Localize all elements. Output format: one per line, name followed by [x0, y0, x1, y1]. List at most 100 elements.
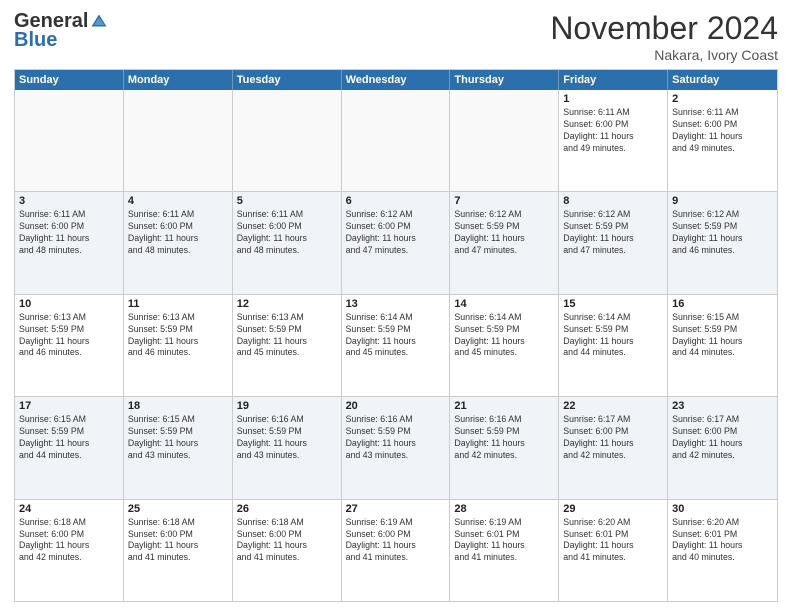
empty-cell [450, 90, 559, 191]
day-cell: 16 Sunrise: 6:15 AM Sunset: 5:59 PM Dayli… [668, 295, 777, 396]
month-title: November 2024 [550, 10, 778, 47]
location: Nakara, Ivory Coast [550, 47, 778, 63]
day-info: Sunrise: 6:18 AM Sunset: 6:00 PM Dayligh… [237, 517, 337, 565]
day-cell: 10 Sunrise: 6:13 AM Sunset: 5:59 PM Dayli… [15, 295, 124, 396]
day-number: 11 [128, 298, 228, 310]
logo-blue: Blue [14, 29, 57, 52]
day-info: Sunrise: 6:17 AM Sunset: 6:00 PM Dayligh… [672, 414, 773, 462]
day-cell: 17 Sunrise: 6:15 AM Sunset: 5:59 PM Dayli… [15, 397, 124, 498]
day-number: 26 [237, 503, 337, 515]
day-info: Sunrise: 6:11 AM Sunset: 6:00 PM Dayligh… [563, 107, 663, 155]
empty-cell [342, 90, 451, 191]
day-info: Sunrise: 6:11 AM Sunset: 6:00 PM Dayligh… [237, 209, 337, 257]
day-number: 5 [237, 195, 337, 207]
day-number: 15 [563, 298, 663, 310]
day-cell: 6 Sunrise: 6:12 AM Sunset: 6:00 PM Daylig… [342, 192, 451, 293]
day-cell: 4Sunrise: 6:11 AM Sunset: 6:00 PM Daylig… [124, 192, 233, 293]
day-cell: 28 Sunrise: 6:19 AM Sunset: 6:01 PM Dayli… [450, 500, 559, 601]
day-cell: 9 Sunrise: 6:12 AM Sunset: 5:59 PM Daylig… [668, 192, 777, 293]
day-cell: 30 Sunrise: 6:20 AM Sunset: 6:01 PM Dayli… [668, 500, 777, 601]
day-cell: 15 Sunrise: 6:14 AM Sunset: 5:59 PM Dayli… [559, 295, 668, 396]
day-number: 30 [672, 503, 773, 515]
day-number: 20 [346, 400, 446, 412]
day-number: 2 [672, 93, 773, 105]
logo: General Blue [14, 10, 108, 52]
day-info: Sunrise: 6:11 AM Sunset: 6:00 PM Dayligh… [19, 209, 119, 257]
day-cell: 23 Sunrise: 6:17 AM Sunset: 6:00 PM Dayli… [668, 397, 777, 498]
day-number: 13 [346, 298, 446, 310]
day-cell: 29 Sunrise: 6:20 AM Sunset: 6:01 PM Dayli… [559, 500, 668, 601]
weekday-header: Wednesday [342, 70, 451, 90]
day-number: 8 [563, 195, 663, 207]
day-info: Sunrise: 6:20 AM Sunset: 6:01 PM Dayligh… [563, 517, 663, 565]
day-info: Sunrise: 6:13 AM Sunset: 5:59 PM Dayligh… [128, 312, 228, 360]
page: General Blue November 2024 Nakara, Ivory… [0, 0, 792, 612]
day-cell: 8 Sunrise: 6:12 AM Sunset: 5:59 PM Daylig… [559, 192, 668, 293]
day-number: 29 [563, 503, 663, 515]
day-number: 23 [672, 400, 773, 412]
calendar-row: 1 Sunrise: 6:11 AM Sunset: 6:00 PM Daylig… [15, 90, 777, 192]
day-cell: 20Sunrise: 6:16 AM Sunset: 5:59 PM Dayli… [342, 397, 451, 498]
day-info: Sunrise: 6:11 AM Sunset: 6:00 PM Dayligh… [128, 209, 228, 257]
day-info: Sunrise: 6:14 AM Sunset: 5:59 PM Dayligh… [454, 312, 554, 360]
calendar-row: 3 Sunrise: 6:11 AM Sunset: 6:00 PM Daylig… [15, 192, 777, 294]
day-info: Sunrise: 6:13 AM Sunset: 5:59 PM Dayligh… [19, 312, 119, 360]
day-info: Sunrise: 6:15 AM Sunset: 5:59 PM Dayligh… [672, 312, 773, 360]
weekday-header: Sunday [15, 70, 124, 90]
day-info: Sunrise: 6:14 AM Sunset: 5:59 PM Dayligh… [346, 312, 446, 360]
day-number: 19 [237, 400, 337, 412]
day-number: 28 [454, 503, 554, 515]
day-cell: 26 Sunrise: 6:18 AM Sunset: 6:00 PM Dayli… [233, 500, 342, 601]
day-number: 27 [346, 503, 446, 515]
day-info: Sunrise: 6:19 AM Sunset: 6:00 PM Dayligh… [346, 517, 446, 565]
day-cell: 13 Sunrise: 6:14 AM Sunset: 5:59 PM Dayli… [342, 295, 451, 396]
day-info: Sunrise: 6:18 AM Sunset: 6:00 PM Dayligh… [19, 517, 119, 565]
day-cell: 19 Sunrise: 6:16 AM Sunset: 5:59 PM Dayli… [233, 397, 342, 498]
day-cell: 14Sunrise: 6:14 AM Sunset: 5:59 PM Dayli… [450, 295, 559, 396]
day-info: Sunrise: 6:16 AM Sunset: 5:59 PM Dayligh… [237, 414, 337, 462]
day-number: 16 [672, 298, 773, 310]
day-info: Sunrise: 6:19 AM Sunset: 6:01 PM Dayligh… [454, 517, 554, 565]
header: General Blue November 2024 Nakara, Ivory… [14, 10, 778, 63]
day-info: Sunrise: 6:17 AM Sunset: 6:00 PM Dayligh… [563, 414, 663, 462]
day-number: 1 [563, 93, 663, 105]
day-cell: 21Sunrise: 6:16 AM Sunset: 5:59 PM Dayli… [450, 397, 559, 498]
day-info: Sunrise: 6:16 AM Sunset: 5:59 PM Dayligh… [454, 414, 554, 462]
calendar-row: 17 Sunrise: 6:15 AM Sunset: 5:59 PM Dayli… [15, 397, 777, 499]
calendar-body: 1 Sunrise: 6:11 AM Sunset: 6:00 PM Daylig… [15, 90, 777, 601]
day-info: Sunrise: 6:12 AM Sunset: 5:59 PM Dayligh… [672, 209, 773, 257]
day-info: Sunrise: 6:12 AM Sunset: 5:59 PM Dayligh… [454, 209, 554, 257]
logo-icon [90, 13, 108, 31]
day-info: Sunrise: 6:12 AM Sunset: 6:00 PM Dayligh… [346, 209, 446, 257]
title-block: November 2024 Nakara, Ivory Coast [550, 10, 778, 63]
day-cell: 11 Sunrise: 6:13 AM Sunset: 5:59 PM Dayli… [124, 295, 233, 396]
day-number: 6 [346, 195, 446, 207]
weekday-header: Monday [124, 70, 233, 90]
weekday-header: Friday [559, 70, 668, 90]
day-info: Sunrise: 6:13 AM Sunset: 5:59 PM Dayligh… [237, 312, 337, 360]
day-cell: 2 Sunrise: 6:11 AM Sunset: 6:00 PM Daylig… [668, 90, 777, 191]
day-number: 24 [19, 503, 119, 515]
day-cell: 12Sunrise: 6:13 AM Sunset: 5:59 PM Dayli… [233, 295, 342, 396]
day-number: 17 [19, 400, 119, 412]
day-number: 18 [128, 400, 228, 412]
day-number: 10 [19, 298, 119, 310]
day-info: Sunrise: 6:14 AM Sunset: 5:59 PM Dayligh… [563, 312, 663, 360]
day-number: 9 [672, 195, 773, 207]
day-number: 3 [19, 195, 119, 207]
empty-cell [233, 90, 342, 191]
calendar: SundayMondayTuesdayWednesdayThursdayFrid… [14, 69, 778, 602]
day-cell: 3 Sunrise: 6:11 AM Sunset: 6:00 PM Daylig… [15, 192, 124, 293]
weekday-header: Tuesday [233, 70, 342, 90]
day-info: Sunrise: 6:15 AM Sunset: 5:59 PM Dayligh… [19, 414, 119, 462]
day-info: Sunrise: 6:12 AM Sunset: 5:59 PM Dayligh… [563, 209, 663, 257]
day-info: Sunrise: 6:15 AM Sunset: 5:59 PM Dayligh… [128, 414, 228, 462]
day-cell: 27 Sunrise: 6:19 AM Sunset: 6:00 PM Dayli… [342, 500, 451, 601]
day-cell: 24 Sunrise: 6:18 AM Sunset: 6:00 PM Dayli… [15, 500, 124, 601]
calendar-row: 10 Sunrise: 6:13 AM Sunset: 5:59 PM Dayli… [15, 295, 777, 397]
day-info: Sunrise: 6:20 AM Sunset: 6:01 PM Dayligh… [672, 517, 773, 565]
day-number: 7 [454, 195, 554, 207]
day-number: 22 [563, 400, 663, 412]
day-info: Sunrise: 6:11 AM Sunset: 6:00 PM Dayligh… [672, 107, 773, 155]
day-cell: 25Sunrise: 6:18 AM Sunset: 6:00 PM Dayli… [124, 500, 233, 601]
